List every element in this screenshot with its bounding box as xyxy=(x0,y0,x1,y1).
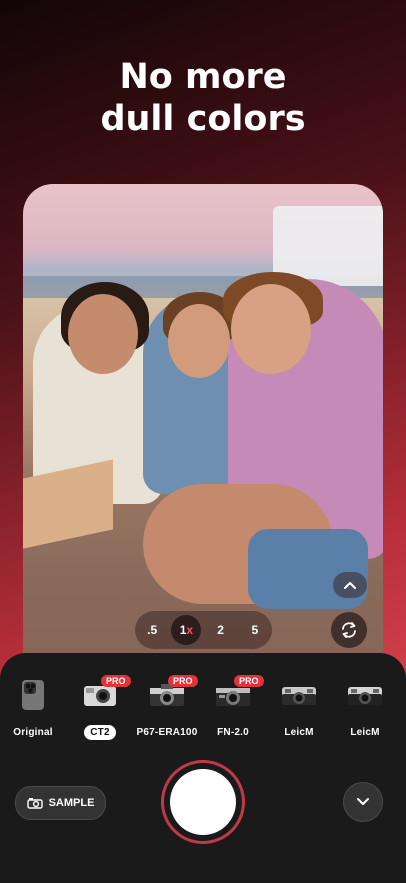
zoom-option-2[interactable]: 2 xyxy=(206,615,236,645)
pro-badge: PRO xyxy=(168,675,198,687)
headline-line-2: dull colors xyxy=(100,99,306,139)
shutter-button[interactable] xyxy=(161,760,245,844)
filter-leicm-1[interactable]: LeicM xyxy=(264,675,334,738)
expand-up-button[interactable] xyxy=(333,572,367,598)
zoom-suffix: x xyxy=(186,623,194,637)
sample-button-label: SAMPLE xyxy=(48,797,95,809)
chevron-down-icon xyxy=(357,798,369,805)
filter-label-selected: CT2 xyxy=(84,725,116,740)
headline: No more dull colors xyxy=(0,56,406,140)
zoom-option-0-5[interactable]: .5 xyxy=(137,615,167,645)
filter-leicm-2[interactable]: LeicM xyxy=(330,675,400,738)
flip-camera-button[interactable] xyxy=(331,612,367,648)
filter-label: FN-2.0 xyxy=(217,727,249,738)
headline-line-1: No more xyxy=(119,57,287,97)
zoom-selector: .5 1x 2 5 xyxy=(135,611,272,649)
collapse-down-button[interactable] xyxy=(343,782,383,822)
filter-fn-2-0[interactable]: PRO FN-2.0 xyxy=(198,675,268,738)
zoom-option-5[interactable]: 5 xyxy=(240,615,270,645)
filter-p67-era100[interactable]: PRO P67-ERA100 xyxy=(132,675,202,738)
zoom-option-1x[interactable]: 1x xyxy=(171,615,202,645)
filter-label: LeicM xyxy=(350,727,380,738)
chevron-up-icon xyxy=(344,582,356,589)
iphone-camera-icon xyxy=(22,680,44,710)
sample-button[interactable]: SAMPLE xyxy=(15,786,106,820)
filter-label: LeicM xyxy=(284,727,314,738)
filter-ct2[interactable]: PRO CT2 xyxy=(65,675,135,740)
shutter-inner xyxy=(170,769,236,835)
rangefinder-camera-icon xyxy=(348,687,382,705)
filter-original[interactable]: Original xyxy=(0,675,68,738)
pro-badge: PRO xyxy=(234,675,264,687)
filter-label: Original xyxy=(13,727,53,738)
flip-camera-icon xyxy=(342,622,356,638)
rangefinder-camera-icon xyxy=(282,687,316,705)
filter-carousel: Original PRO CT2 PRO P67-ERA100 PRO FN-2… xyxy=(0,675,406,745)
filter-label: P67-ERA100 xyxy=(136,727,198,738)
camera-icon xyxy=(26,798,43,809)
pro-badge: PRO xyxy=(101,675,131,687)
camera-preview-photo xyxy=(23,184,383,664)
